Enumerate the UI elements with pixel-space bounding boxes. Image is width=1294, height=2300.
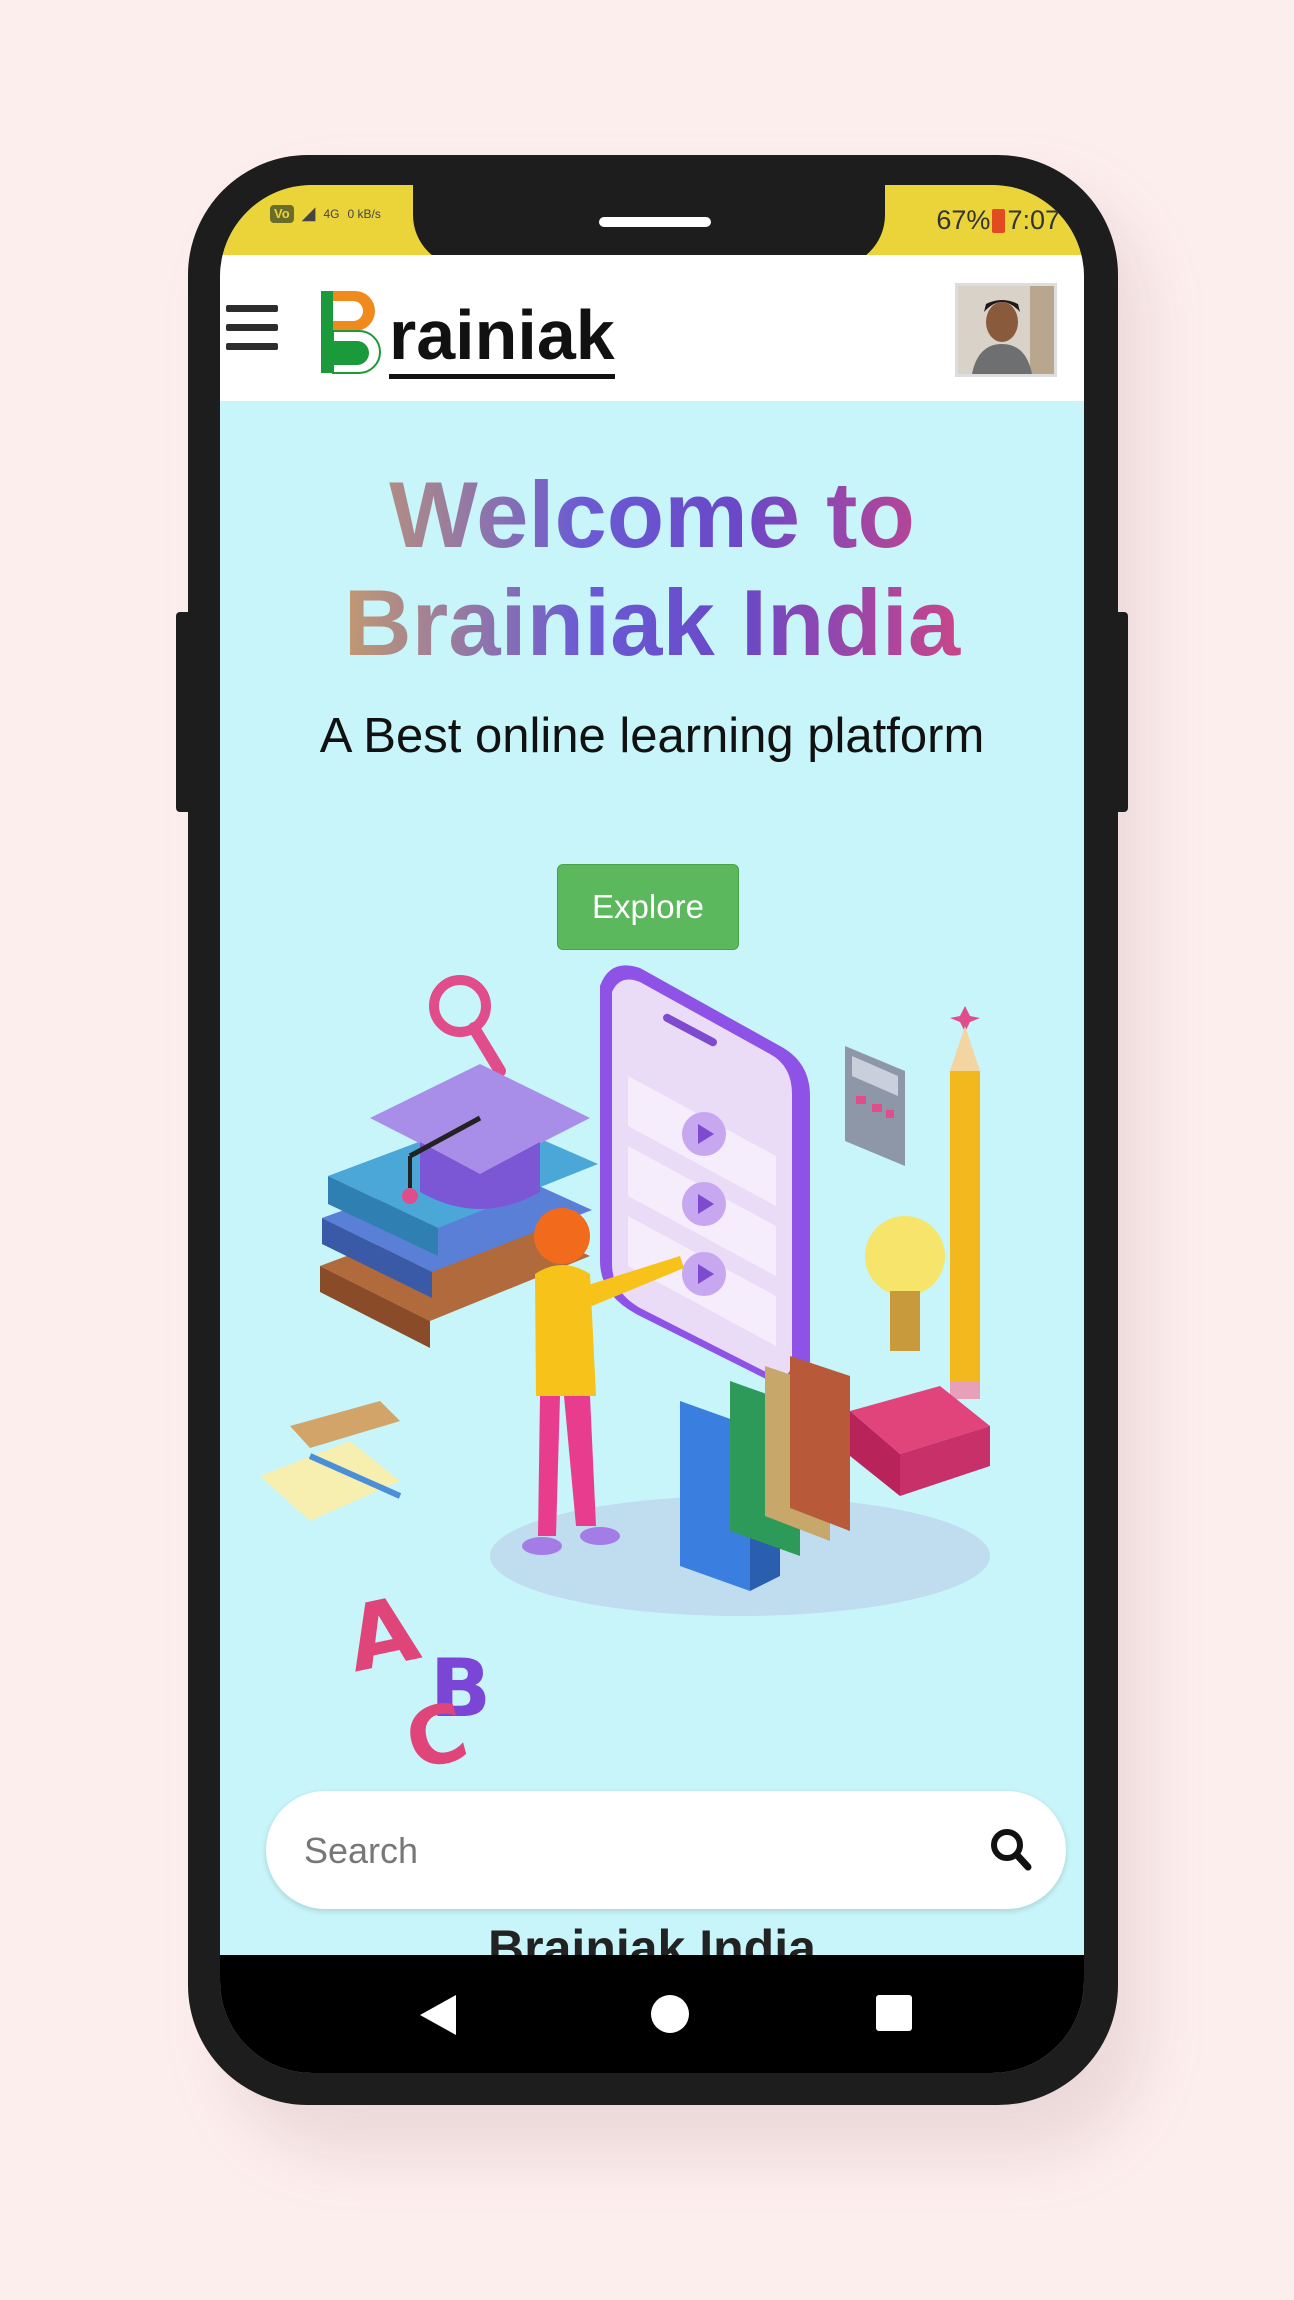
welcome-line-1: Welcome to [389,462,915,567]
learning-illustration: A B C [260,965,990,1771]
avatar-photo [958,286,1054,374]
tagline: A Best online learning platform [319,709,985,763]
status-right: 67% 7:07 [936,205,1060,236]
network-label: 4G [323,206,340,221]
volte-icon: Vo [270,204,294,223]
home-icon[interactable] [651,1995,689,2033]
status-left: Vo ◢ 4G 0 kB/s [270,203,381,224]
phone-screen: Vo ◢ 4G 0 kB/s 67% 7:07 rainiak Welcome … [220,185,1084,2073]
hamburger-icon[interactable] [226,305,278,361]
logo-text: rainiak [389,300,615,379]
svg-text:A: A [338,1576,428,1693]
back-icon[interactable] [420,1995,456,2035]
explore-button[interactable]: Explore [557,864,739,950]
search-icon[interactable] [986,1823,1036,1877]
battery-icon [992,208,1006,233]
clock: 7:07 [1007,205,1060,235]
search-input[interactable] [302,1821,946,1881]
avatar[interactable] [955,283,1057,377]
battery-percent: 67% [936,205,991,235]
signal-icon: ◢ [301,203,316,223]
earpiece-speaker [599,217,711,227]
logo-b-icon [321,291,381,374]
search-bar [266,1791,1066,1909]
welcome-line-2: Brainiak India [343,570,961,675]
recent-apps-icon[interactable] [876,1995,912,2031]
brand-logo[interactable]: rainiak [315,285,615,379]
welcome-heading: Welcome to Brainiak India [220,461,1084,677]
android-nav-bar [220,1955,1084,2073]
network-speed: 0 kB/s [347,206,381,221]
app-header: rainiak [220,255,1084,401]
